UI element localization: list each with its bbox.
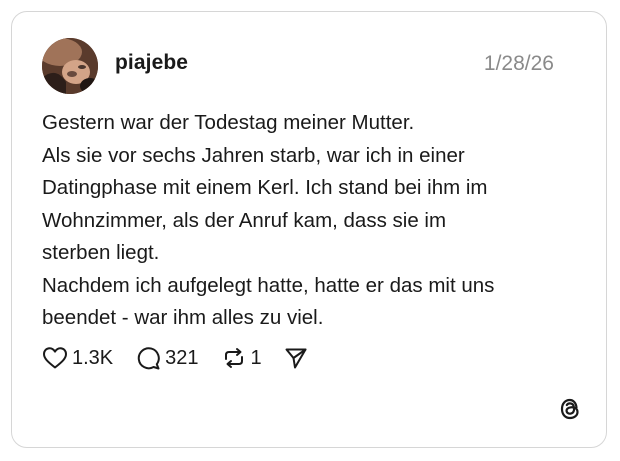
- post-body-line: Datingphase mit einem Kerl. Ich stand be…: [42, 176, 488, 199]
- repost-count: 1: [250, 346, 262, 369]
- post-body-line: Nachdem ich aufgelegt hatte, hatte er da…: [42, 273, 495, 297]
- post-body: Gestern war der Todestag meiner Mutter. …: [42, 107, 582, 335]
- reply-button[interactable]: 321: [135, 345, 199, 371]
- share-button[interactable]: [284, 346, 312, 370]
- repost-icon: [221, 346, 247, 370]
- send-icon: [284, 346, 308, 370]
- reply-count: 321: [165, 346, 199, 369]
- like-button[interactable]: 1.3K: [42, 346, 113, 370]
- post-body-line: Gestern war der Todestag meiner Mutter.: [42, 111, 415, 134]
- post-body-line: beendet - war ihm alles zu viel.: [42, 306, 324, 329]
- avatar[interactable]: [42, 38, 98, 94]
- action-bar: 1.3K 321 1: [42, 343, 334, 373]
- post-date: 1/28/26: [483, 52, 554, 75]
- heart-icon: [42, 346, 68, 370]
- repost-button[interactable]: 1: [221, 346, 262, 370]
- post-body-line: Wohnzimmer, als der Anruf kam, dass sie …: [42, 208, 447, 232]
- comment-bubble-icon: [135, 345, 161, 371]
- username[interactable]: piajebe: [115, 51, 188, 75]
- post-body-line: Als sie vor sechs Jahren starb, war ich …: [42, 143, 465, 167]
- post-body-line: sterben liegt.: [42, 241, 160, 264]
- like-count: 1.3K: [72, 346, 114, 369]
- threads-logo-icon: [557, 395, 583, 423]
- post-card: piajebe 1/28/26 Gestern war der Todestag…: [11, 11, 607, 448]
